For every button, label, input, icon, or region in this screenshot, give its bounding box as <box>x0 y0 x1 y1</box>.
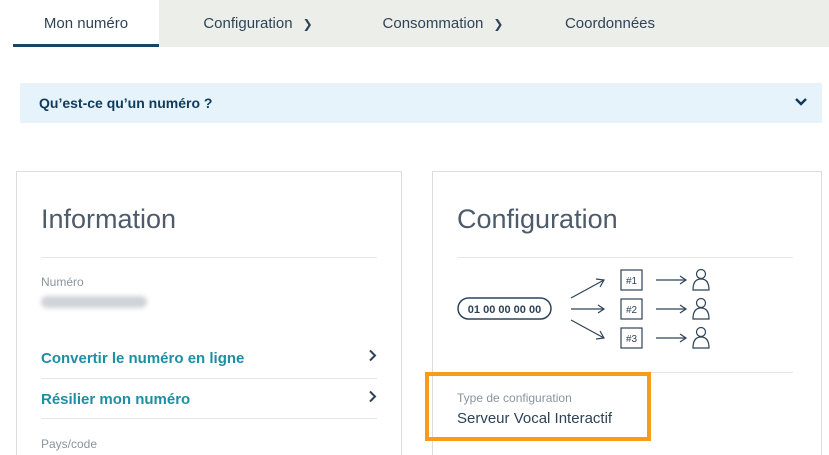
chevron-down-icon: ❯ <box>493 16 504 31</box>
chevron-down-icon: ❯ <box>302 16 313 31</box>
output-arrows <box>656 275 688 343</box>
person-icons <box>692 268 710 349</box>
diagram-number: 01 00 00 00 00 <box>468 304 541 316</box>
chevron-right-icon <box>368 349 377 367</box>
tab-bar: Mon numéro Configuration ❯ Consommation … <box>13 0 829 47</box>
cancel-number-link[interactable]: Résilier mon numéro <box>41 385 377 413</box>
key-label: #2 <box>626 305 638 316</box>
phone-number-blurred <box>41 296 147 308</box>
divider <box>41 418 377 419</box>
number-label: Numéro <box>41 275 84 289</box>
configuration-type-label: Type de configuration <box>457 391 572 405</box>
divider <box>457 257 793 258</box>
divider <box>41 378 377 379</box>
information-card: Information Numéro Convertir le numéro e… <box>16 171 402 455</box>
key-label: #1 <box>626 276 638 287</box>
configuration-type-value: Serveur Vocal Interactif <box>457 410 613 427</box>
convert-number-link[interactable]: Convertir le numéro en ligne <box>41 344 377 372</box>
link-label: Convertir le numéro en ligne <box>41 349 245 367</box>
tab-label: Mon numéro <box>43 15 129 32</box>
key-label: #3 <box>626 334 638 345</box>
tab-mon-numero[interactable]: Mon numéro <box>13 0 159 47</box>
tab-consommation[interactable]: Consommation ❯ <box>358 0 528 47</box>
card-title: Information <box>41 204 177 234</box>
tab-coordonnees[interactable]: Coordonnées <box>543 0 677 47</box>
key-boxes: #1 #2 #3 <box>620 269 643 349</box>
tab-configuration[interactable]: Configuration ❯ <box>173 0 343 47</box>
tab-label: Configuration <box>203 15 293 32</box>
phone-number-pill: 01 00 00 00 00 <box>457 297 552 320</box>
chevron-right-icon <box>368 390 377 408</box>
branch-arrows <box>570 278 606 340</box>
configuration-type-highlight: Type de configuration Serveur Vocal Inte… <box>425 372 651 441</box>
card-title: Configuration <box>457 204 618 234</box>
chevron-down-icon <box>794 94 808 111</box>
divider <box>41 257 377 258</box>
ivr-diagram: 01 00 00 00 00 #1 #2 #3 <box>457 268 710 349</box>
faq-accordion[interactable]: Qu’est-ce qu’un numéro ? <box>20 83 822 123</box>
tab-label: Coordonnées <box>564 15 656 32</box>
tab-label: Consommation <box>382 15 484 32</box>
country-code-label: Pays/code <box>41 437 98 451</box>
faq-question: Qu’est-ce qu’un numéro ? <box>39 95 213 111</box>
link-label: Résilier mon numéro <box>41 390 191 408</box>
